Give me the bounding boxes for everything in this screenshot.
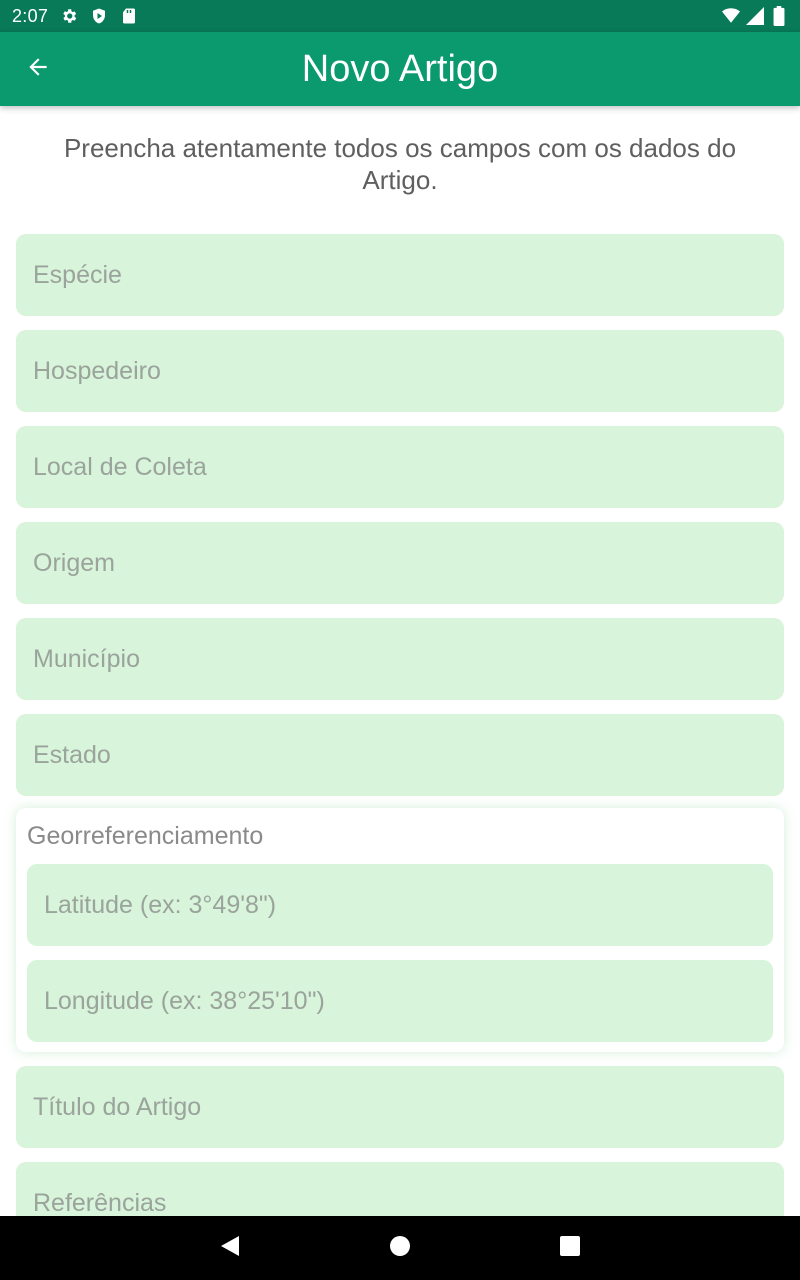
titulo-do-artigo-placeholder: Título do Artigo: [33, 1092, 202, 1121]
hospedeiro-field[interactable]: Hospedeiro: [16, 330, 784, 412]
especie-field[interactable]: Espécie: [16, 234, 784, 316]
signal-icon: [746, 7, 764, 25]
origem-placeholder: Origem: [33, 548, 115, 577]
battery-icon: [770, 6, 788, 26]
georreferenciamento-label: Georreferenciamento: [27, 822, 264, 850]
local-de-coleta-placeholder: Local de Coleta: [33, 452, 207, 481]
latitude-field[interactable]: Latitude (ex: 3°49'8"): [27, 864, 773, 946]
home-circle-icon: [389, 1235, 411, 1262]
shield-icon: [90, 7, 108, 25]
referencias-field[interactable]: Referências: [16, 1162, 784, 1216]
nav-home-button[interactable]: [384, 1232, 416, 1264]
longitude-field[interactable]: Longitude (ex: 38°25'10"): [27, 960, 773, 1042]
titulo-do-artigo-field[interactable]: Título do Artigo: [16, 1066, 784, 1148]
form-intro: Preencha atentamente todos os campos com…: [63, 133, 737, 195]
back-button[interactable]: [14, 45, 62, 93]
arrow-left-icon: [25, 54, 51, 85]
estado-placeholder: Estado: [33, 740, 111, 769]
gear-icon: [60, 7, 78, 25]
origem-field[interactable]: Origem: [16, 522, 784, 604]
page-title: Novo Artigo: [301, 47, 499, 90]
referencias-placeholder: Referências: [33, 1188, 167, 1217]
latitude-placeholder: Latitude (ex: 3°49'8"): [44, 890, 277, 919]
nav-recents-button[interactable]: [554, 1232, 586, 1264]
sd-card-icon: [120, 7, 138, 25]
especie-placeholder: Espécie: [33, 260, 122, 289]
municipio-placeholder: Município: [33, 644, 140, 673]
nav-back-button[interactable]: [214, 1232, 246, 1264]
system-nav-bar: [0, 1216, 800, 1280]
wifi-icon: [722, 7, 740, 25]
hospedeiro-placeholder: Hospedeiro: [33, 356, 161, 385]
status-time: 2:07: [12, 5, 49, 26]
status-left: 2:07: [12, 6, 138, 27]
georreferenciamento-card: Georreferenciamento Latitude (ex: 3°49'8…: [16, 808, 784, 1052]
recents-square-icon: [560, 1235, 580, 1261]
local-de-coleta-field[interactable]: Local de Coleta: [16, 426, 784, 508]
back-triangle-icon: [219, 1234, 241, 1263]
status-right: [722, 6, 788, 26]
status-bar: 2:07: [0, 0, 800, 32]
estado-field[interactable]: Estado: [16, 714, 784, 796]
form-content: Preencha atentamente todos os campos com…: [0, 106, 800, 1216]
longitude-placeholder: Longitude (ex: 38°25'10"): [44, 986, 325, 1015]
municipio-field[interactable]: Município: [16, 618, 784, 700]
app-bar: Novo Artigo: [0, 32, 800, 106]
